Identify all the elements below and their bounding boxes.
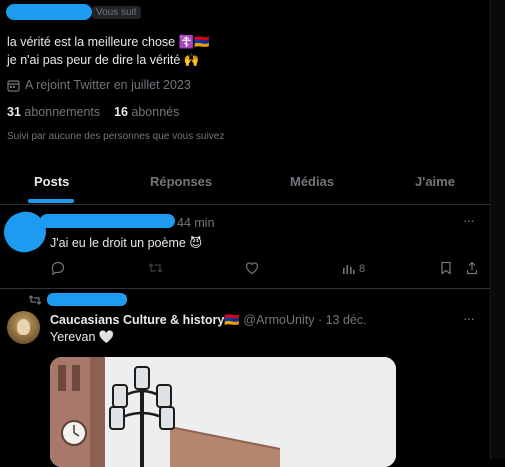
- followers-count: 16: [114, 105, 128, 119]
- avatar-figure: [17, 319, 30, 335]
- tweet-2-date[interactable]: · 13 déc.: [318, 313, 367, 327]
- repost-button[interactable]: [148, 261, 163, 275]
- following-link[interactable]: 31 abonnements: [7, 105, 100, 119]
- scrollbar[interactable]: [490, 0, 505, 459]
- active-tab-indicator: [28, 199, 74, 203]
- joined-date-text: A rejoint Twitter en juillet 2023: [25, 78, 191, 92]
- following-label: abonnements: [24, 105, 101, 119]
- bio-line-2: je n'ai pas peur de dire la vérité 🙌: [7, 53, 200, 67]
- tweet-1-text: J'ai eu le droit un poème 😈: [50, 236, 203, 250]
- share-icon: [466, 261, 478, 275]
- tab-media[interactable]: Médias: [290, 174, 334, 189]
- follows-you-badge: Vous suit: [92, 6, 141, 19]
- following-count: 31: [7, 105, 21, 119]
- bio-line-1: la vérité est la meilleure chose ☦️🇦🇲: [7, 35, 210, 49]
- joined-row: A rejoint Twitter en juillet 2023: [7, 78, 191, 92]
- tab-posts[interactable]: Posts: [34, 174, 69, 189]
- redacted-author-name[interactable]: [40, 214, 175, 228]
- repost-icon: [148, 261, 163, 275]
- tweet-2-header: Caucasians Culture & history🇦🇲 @ArmoUnit…: [50, 313, 367, 328]
- followers-link[interactable]: 16 abonnés: [114, 105, 179, 119]
- tab-likes[interactable]: J'aime: [415, 174, 455, 189]
- tweet-2-avatar[interactable]: [7, 311, 40, 344]
- views-count: 8: [359, 262, 366, 275]
- tweet-2-more-icon[interactable]: ···: [463, 310, 475, 326]
- tweet-2-author-name[interactable]: Caucasians Culture & history🇦🇲: [50, 313, 240, 327]
- redacted-display-name: [6, 4, 92, 20]
- reply-button[interactable]: [51, 261, 65, 275]
- like-button[interactable]: [245, 261, 259, 275]
- views-chart-icon: [342, 262, 355, 275]
- tweet-1-divider: [0, 288, 491, 289]
- views-button[interactable]: 8: [342, 262, 365, 275]
- tab-replies[interactable]: Réponses: [150, 174, 212, 189]
- tweet-2-photo[interactable]: [50, 357, 396, 467]
- calendar-icon: [7, 79, 20, 92]
- share-button[interactable]: [466, 261, 478, 275]
- heart-icon: [245, 261, 259, 275]
- tweet-2-text: Yerevan 🤍: [50, 330, 115, 344]
- tweet-1-more-icon[interactable]: ···: [463, 212, 475, 228]
- bookmark-button[interactable]: [440, 261, 452, 275]
- redacted-reposter-name[interactable]: [47, 293, 127, 306]
- followed-by-note: Suivi par aucune des personnes que vous …: [7, 131, 225, 142]
- repost-indicator-icon: [28, 294, 42, 306]
- tweet-1-time[interactable]: 44 min: [177, 216, 215, 230]
- tweet-2-handle[interactable]: @ArmoUnity: [243, 313, 314, 327]
- reply-icon: [51, 261, 65, 275]
- bookmark-icon: [440, 261, 452, 275]
- followers-label: abonnés: [131, 105, 180, 119]
